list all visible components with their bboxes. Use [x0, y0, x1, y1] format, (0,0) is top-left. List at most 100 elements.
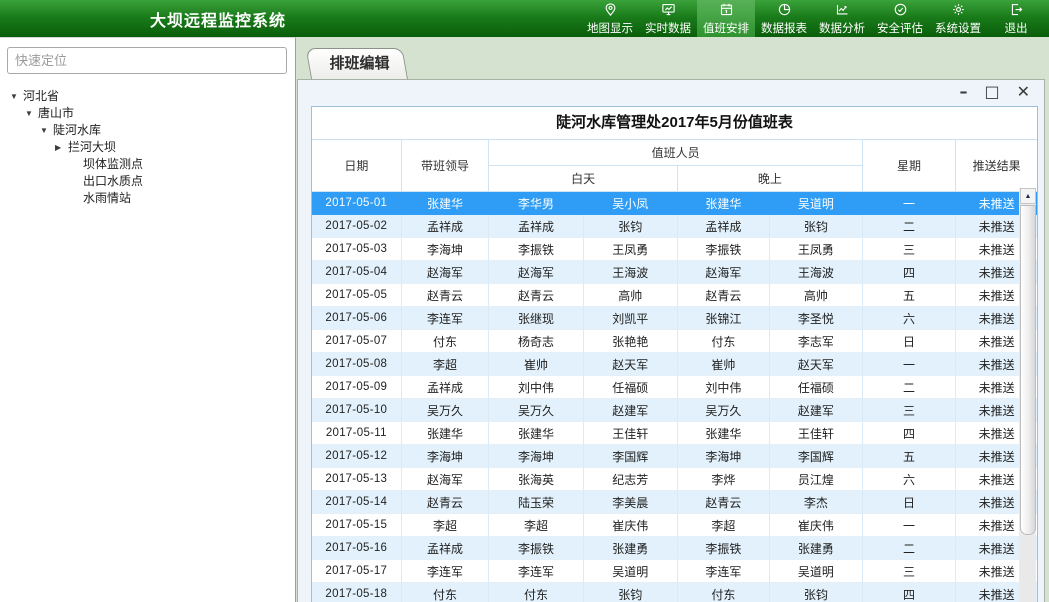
chevron-right-icon[interactable]: ▶	[55, 139, 68, 156]
table-row[interactable]: 2017-05-13赵海军张海英纪志芳李烨员江煌六未推送	[312, 468, 1037, 491]
app-title: 大坝远程监控系统	[150, 7, 286, 31]
table-row[interactable]: 2017-05-15李超李超崔庆伟李超崔庆伟一未推送	[312, 514, 1037, 537]
chevron-down-icon[interactable]: ▼	[25, 105, 38, 122]
cell-night-1: 赵青云	[677, 491, 769, 514]
cell-day-1: 吴万久	[489, 399, 583, 422]
tree-item[interactable]: ▶拦河大坝	[4, 139, 293, 156]
table-row[interactable]: 2017-05-01张建华李华男吴小凤张建华吴道明一未推送	[312, 192, 1037, 215]
nav-item-exit[interactable]: 退出	[987, 0, 1045, 37]
cell-day-1: 张海英	[489, 468, 583, 491]
scrollbar-up-icon[interactable]: ▲	[1020, 188, 1036, 204]
cell-day-1: 杨奇志	[489, 330, 583, 353]
nav-item-map-display[interactable]: 地图显示	[581, 0, 639, 37]
cell-night-1: 赵青云	[677, 284, 769, 307]
tree-item[interactable]: 出口水质点	[4, 173, 293, 190]
cell-night-1: 付东	[677, 583, 769, 602]
cell-night-2: 员江煌	[769, 468, 862, 491]
cell-leader: 李连军	[401, 560, 489, 583]
cell-date: 2017-05-10	[312, 399, 401, 422]
cell-night-2: 赵建军	[769, 399, 862, 422]
maximize-icon[interactable]: □	[984, 82, 999, 102]
cell-day-2: 张钧	[583, 583, 677, 602]
duty-table-title: 陡河水库管理处2017年5月份值班表	[312, 107, 1037, 140]
cell-night-1: 李振铁	[677, 238, 769, 261]
cell-day-1: 刘中伟	[489, 376, 583, 399]
cell-day-2: 王海波	[583, 261, 677, 284]
tree-item-label: 水雨情站	[83, 191, 131, 205]
cell-weekday: 四	[862, 422, 956, 445]
cell-day-2: 任福硕	[583, 376, 677, 399]
tree-item[interactable]: 水雨情站	[4, 190, 293, 207]
nav-item-data-analysis[interactable]: 数据分析	[813, 0, 871, 37]
table-row[interactable]: 2017-05-17李连军李连军吴道明李连军吴道明三未推送	[312, 560, 1037, 583]
tree-item[interactable]: ▼河北省	[4, 88, 293, 105]
cell-date: 2017-05-15	[312, 514, 401, 537]
location-tree: ▼河北省▼唐山市▼陡河水库▶拦河大坝坝体监测点出口水质点水雨情站	[4, 88, 293, 598]
cell-night-2: 王海波	[769, 261, 862, 284]
table-row[interactable]: 2017-05-10吴万久吴万久赵建军吴万久赵建军三未推送	[312, 399, 1037, 422]
cell-night-2: 任福硕	[769, 376, 862, 399]
tree-item[interactable]: ▼唐山市	[4, 105, 293, 122]
col-header-night: 晚上	[677, 166, 862, 192]
cell-date: 2017-05-06	[312, 307, 401, 330]
table-row[interactable]: 2017-05-16孟祥成李振铁张建勇李振铁张建勇二未推送	[312, 537, 1037, 560]
cell-day-2: 高帅	[583, 284, 677, 307]
cell-weekday: 日	[862, 330, 956, 353]
table-row[interactable]: 2017-05-02孟祥成孟祥成张钧孟祥成张钧二未推送	[312, 215, 1037, 238]
cell-weekday: 二	[862, 537, 956, 560]
table-row[interactable]: 2017-05-05赵青云赵青云高帅赵青云高帅五未推送	[312, 284, 1037, 307]
tree-item-label: 陡河水库	[53, 123, 101, 137]
tree-item[interactable]: ▼陡河水库	[4, 122, 293, 139]
cell-day-2: 纪志芳	[583, 468, 677, 491]
table-scrollbar[interactable]: ▲	[1019, 188, 1036, 602]
cell-day-1: 赵海军	[489, 261, 583, 284]
cell-leader: 吴万久	[401, 399, 489, 422]
scrollbar-thumb[interactable]	[1020, 205, 1036, 535]
scrollbar-track[interactable]	[1020, 535, 1036, 602]
tree-item[interactable]: 坝体监测点	[4, 156, 293, 173]
col-header-leader: 带班领导	[401, 140, 489, 192]
cell-leader: 孟祥成	[401, 537, 489, 560]
table-row[interactable]: 2017-05-14赵青云陆玉荣李美晨赵青云李杰日未推送	[312, 491, 1037, 514]
nav-label: 地图显示	[587, 19, 633, 35]
cell-day-2: 张艳艳	[583, 330, 677, 353]
cell-day-1: 孟祥成	[489, 215, 583, 238]
table-row[interactable]: 2017-05-07付东杨奇志张艳艳付东李志军日未推送	[312, 330, 1037, 353]
cell-night-2: 李圣悦	[769, 307, 862, 330]
cell-day-1: 付东	[489, 583, 583, 602]
chevron-down-icon[interactable]: ▼	[40, 122, 53, 139]
table-row[interactable]: 2017-05-08李超崔帅赵天军崔帅赵天军一未推送	[312, 353, 1037, 376]
chevron-down-icon[interactable]: ▼	[10, 88, 23, 105]
tab-schedule-edit[interactable]: 排班编辑	[311, 48, 408, 79]
table-row[interactable]: 2017-05-12李海坤李海坤李国辉李海坤李国辉五未推送	[312, 445, 1037, 468]
nav-item-data-report[interactable]: 数据报表	[755, 0, 813, 37]
cell-night-1: 赵海军	[677, 261, 769, 284]
cell-day-2: 赵建军	[583, 399, 677, 422]
cell-night-1: 李海坤	[677, 445, 769, 468]
table-row[interactable]: 2017-05-06李连军张继现刘凯平张锦江李圣悦六未推送	[312, 307, 1037, 330]
table-row[interactable]: 2017-05-04赵海军赵海军王海波赵海军王海波四未推送	[312, 261, 1037, 284]
nav-item-duty-schedule[interactable]: 值班安排	[697, 0, 755, 37]
table-row[interactable]: 2017-05-11张建华张建华王佳轩张建华王佳轩四未推送	[312, 422, 1037, 445]
cell-weekday: 四	[862, 583, 956, 602]
tree-item-label: 出口水质点	[83, 174, 143, 188]
table-row[interactable]: 2017-05-18付东付东张钧付东张钧四未推送	[312, 583, 1037, 602]
cell-day-2: 张钧	[583, 215, 677, 238]
nav-item-safety-evaluation[interactable]: 安全评估	[871, 0, 929, 37]
table-row[interactable]: 2017-05-09孟祥成刘中伟任福硕刘中伟任福硕二未推送	[312, 376, 1037, 399]
cell-weekday: 三	[862, 399, 956, 422]
cell-night-2: 崔庆伟	[769, 514, 862, 537]
cell-leader: 李超	[401, 514, 489, 537]
nav-item-realtime-data[interactable]: 实时数据	[639, 0, 697, 37]
minimize-icon[interactable]: –	[959, 82, 967, 102]
window-controls: – □ ✕	[959, 82, 1030, 102]
table-row[interactable]: 2017-05-03李海坤李振铁王凤勇李振铁王凤勇三未推送	[312, 238, 1037, 261]
search-input[interactable]	[7, 47, 287, 74]
nav-label: 数据报表	[761, 19, 807, 35]
cell-weekday: 一	[862, 353, 956, 376]
close-icon[interactable]: ✕	[1017, 82, 1030, 102]
cell-leader: 张建华	[401, 422, 489, 445]
cell-date: 2017-05-13	[312, 468, 401, 491]
nav-label: 数据分析	[819, 19, 865, 35]
nav-item-system-settings[interactable]: 系统设置	[929, 0, 987, 37]
